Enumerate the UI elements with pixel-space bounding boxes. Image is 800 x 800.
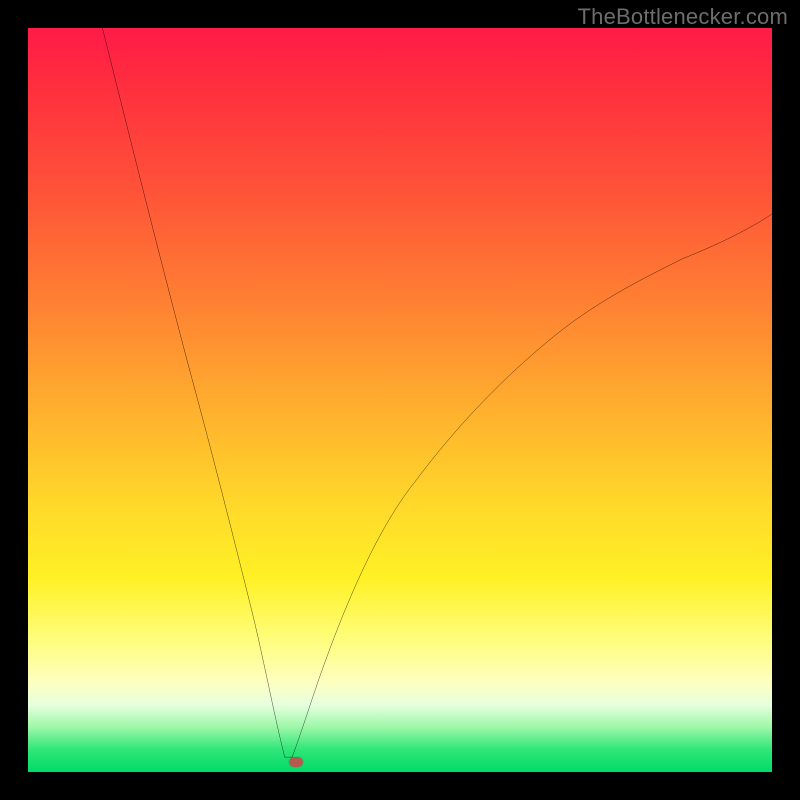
chart-frame: TheBottlenecker.com [0,0,800,800]
bottleneck-curve [28,28,772,772]
plot-area [28,28,772,772]
watermark-text: TheBottlenecker.com [578,4,788,30]
vertex-marker [289,757,303,767]
